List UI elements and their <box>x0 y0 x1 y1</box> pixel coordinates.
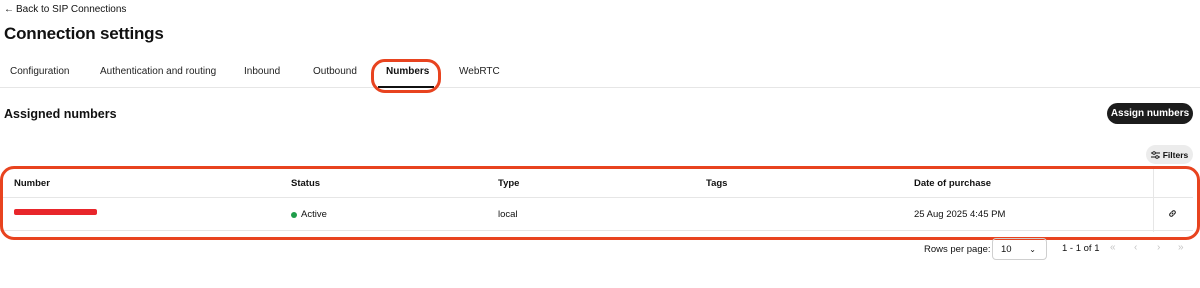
assign-numbers-button[interactable]: Assign numbers <box>1107 103 1193 124</box>
tab-configuration[interactable]: Configuration <box>10 66 69 77</box>
filters-label: Filters <box>1162 149 1189 160</box>
rows-per-page-label: Rows per page: <box>924 244 991 255</box>
numbers-tab-highlight <box>371 59 441 93</box>
next-page-icon[interactable]: › <box>1157 242 1160 253</box>
chevron-down-icon: ⌄ <box>1029 245 1036 254</box>
previous-page-icon[interactable]: ‹ <box>1134 242 1137 253</box>
tab-bar: Configuration Authentication and routing… <box>0 58 1200 88</box>
pagination: Rows per page: 10 ⌄ 1 - 1 of 1 « ‹ › » <box>0 238 1200 262</box>
table-highlight <box>0 166 1200 240</box>
last-page-icon[interactable]: » <box>1178 242 1184 253</box>
tab-outbound[interactable]: Outbound <box>313 66 357 77</box>
tab-authentication-and-routing[interactable]: Authentication and routing <box>100 66 216 77</box>
back-link-label: Back to SIP Connections <box>16 4 127 15</box>
filters-button[interactable]: Filters <box>1146 145 1193 164</box>
arrow-left-icon: ← <box>4 3 14 15</box>
page-title: Connection settings <box>4 24 164 43</box>
first-page-icon[interactable]: « <box>1110 242 1116 253</box>
rows-per-page-select[interactable]: 10 ⌄ <box>992 238 1047 260</box>
filter-sliders-icon <box>1150 150 1160 159</box>
tab-webrtc[interactable]: WebRTC <box>459 66 500 77</box>
tab-inbound[interactable]: Inbound <box>244 66 280 77</box>
section-title: Assigned numbers <box>4 107 117 121</box>
back-link[interactable]: ← Back to SIP Connections <box>4 4 126 15</box>
page-range: 1 - 1 of 1 <box>1062 243 1100 254</box>
rows-per-page-value: 10 <box>1001 243 1012 255</box>
